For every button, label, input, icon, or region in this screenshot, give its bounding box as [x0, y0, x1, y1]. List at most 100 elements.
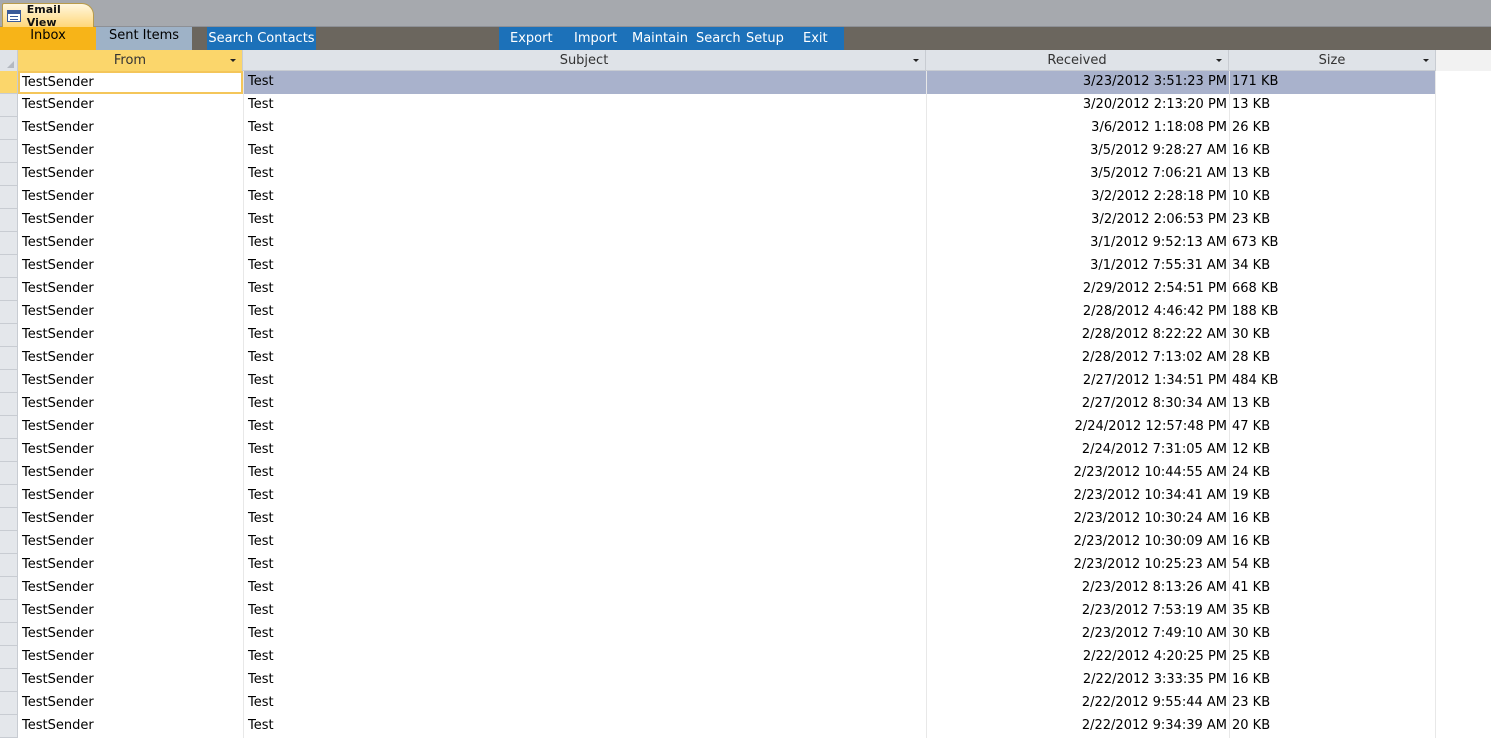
- subject-cell[interactable]: Test: [243, 623, 926, 646]
- import-button[interactable]: Import: [574, 27, 617, 50]
- from-cell[interactable]: TestSender: [18, 439, 243, 462]
- size-cell[interactable]: 13 KB: [1229, 94, 1436, 117]
- row-selector[interactable]: [0, 416, 18, 439]
- table-row[interactable]: TestSender Test 2/24/2012 12:57:48 PM 47…: [0, 416, 1436, 439]
- from-cell[interactable]: TestSender: [18, 692, 243, 715]
- from-cell[interactable]: TestSender: [18, 531, 243, 554]
- from-cell[interactable]: TestSender: [18, 209, 243, 232]
- column-header-received[interactable]: Received: [926, 50, 1229, 71]
- row-selector[interactable]: [0, 278, 18, 301]
- inbox-button[interactable]: Inbox: [0, 27, 96, 50]
- table-row[interactable]: TestSender Test 3/5/2012 9:28:27 AM 16 K…: [0, 140, 1436, 163]
- from-cell[interactable]: TestSender: [18, 301, 243, 324]
- received-cell[interactable]: 2/23/2012 10:30:24 AM: [926, 508, 1229, 531]
- received-cell[interactable]: 2/27/2012 8:30:34 AM: [926, 393, 1229, 416]
- column-header-subject[interactable]: Subject: [243, 50, 926, 71]
- received-cell[interactable]: 3/2/2012 2:06:53 PM: [926, 209, 1229, 232]
- search-button[interactable]: Search: [696, 27, 741, 50]
- from-cell[interactable]: TestSender: [18, 508, 243, 531]
- table-row[interactable]: TestSender Test 3/1/2012 7:55:31 AM 34 K…: [0, 255, 1436, 278]
- table-row[interactable]: TestSender Test 3/20/2012 2:13:20 PM 13 …: [0, 94, 1436, 117]
- received-cell[interactable]: 2/22/2012 4:20:25 PM: [926, 646, 1229, 669]
- subject-cell[interactable]: Test: [243, 71, 926, 94]
- size-cell[interactable]: 13 KB: [1229, 163, 1436, 186]
- from-cell[interactable]: TestSender: [18, 600, 243, 623]
- row-selector[interactable]: [0, 209, 18, 232]
- subject-cell[interactable]: Test: [243, 554, 926, 577]
- subject-cell[interactable]: Test: [243, 462, 926, 485]
- dropdown-arrow-icon[interactable]: [913, 59, 919, 62]
- table-row[interactable]: TestSender Test 2/27/2012 8:30:34 AM 13 …: [0, 393, 1436, 416]
- size-cell[interactable]: 34 KB: [1229, 255, 1436, 278]
- subject-cell[interactable]: Test: [243, 508, 926, 531]
- received-cell[interactable]: 2/28/2012 7:13:02 AM: [926, 347, 1229, 370]
- subject-cell[interactable]: Test: [243, 669, 926, 692]
- row-selector[interactable]: [0, 393, 18, 416]
- subject-cell[interactable]: Test: [243, 278, 926, 301]
- size-cell[interactable]: 16 KB: [1229, 508, 1436, 531]
- size-cell[interactable]: 30 KB: [1229, 324, 1436, 347]
- from-cell[interactable]: TestSender: [18, 140, 243, 163]
- subject-cell[interactable]: Test: [243, 255, 926, 278]
- from-cell[interactable]: TestSender: [18, 646, 243, 669]
- received-cell[interactable]: 2/23/2012 10:44:55 AM: [926, 462, 1229, 485]
- table-row[interactable]: TestSender Test 3/6/2012 1:18:08 PM 26 K…: [0, 117, 1436, 140]
- size-cell[interactable]: 673 KB: [1229, 232, 1436, 255]
- size-cell[interactable]: 16 KB: [1229, 669, 1436, 692]
- subject-cell[interactable]: Test: [243, 186, 926, 209]
- subject-cell[interactable]: Test: [243, 715, 926, 738]
- row-selector[interactable]: [0, 623, 18, 646]
- table-row[interactable]: TestSender Test 3/2/2012 2:28:18 PM 10 K…: [0, 186, 1436, 209]
- row-selector[interactable]: [0, 186, 18, 209]
- size-cell[interactable]: 13 KB: [1229, 393, 1436, 416]
- from-cell[interactable]: TestSender: [18, 416, 243, 439]
- received-cell[interactable]: 2/22/2012 3:33:35 PM: [926, 669, 1229, 692]
- from-cell[interactable]: TestSender: [18, 462, 243, 485]
- subject-cell[interactable]: Test: [243, 209, 926, 232]
- table-row[interactable]: TestSender Test 2/22/2012 9:34:39 AM 20 …: [0, 715, 1436, 738]
- table-row[interactable]: TestSender Test 2/29/2012 2:54:51 PM 668…: [0, 278, 1436, 301]
- received-cell[interactable]: 2/23/2012 10:30:09 AM: [926, 531, 1229, 554]
- document-tab[interactable]: Email View: [2, 3, 94, 29]
- received-cell[interactable]: 2/24/2012 12:57:48 PM: [926, 416, 1229, 439]
- subject-cell[interactable]: Test: [243, 439, 926, 462]
- row-selector[interactable]: [0, 117, 18, 140]
- table-row[interactable]: TestSender Test 2/28/2012 4:46:42 PM 188…: [0, 301, 1436, 324]
- from-cell[interactable]: TestSender: [18, 669, 243, 692]
- from-cell[interactable]: TestSender: [18, 163, 243, 186]
- subject-cell[interactable]: Test: [243, 646, 926, 669]
- received-cell[interactable]: 3/1/2012 7:55:31 AM: [926, 255, 1229, 278]
- row-selector[interactable]: [0, 370, 18, 393]
- from-cell[interactable]: TestSender: [18, 117, 243, 140]
- size-cell[interactable]: 16 KB: [1229, 531, 1436, 554]
- size-cell[interactable]: 171 KB: [1229, 71, 1436, 94]
- size-cell[interactable]: 41 KB: [1229, 577, 1436, 600]
- from-cell[interactable]: TestSender: [18, 623, 243, 646]
- row-selector[interactable]: [0, 692, 18, 715]
- row-selector[interactable]: [0, 715, 18, 738]
- received-cell[interactable]: 3/2/2012 2:28:18 PM: [926, 186, 1229, 209]
- size-cell[interactable]: 20 KB: [1229, 715, 1436, 738]
- row-selector[interactable]: [0, 347, 18, 370]
- received-cell[interactable]: 3/5/2012 9:28:27 AM: [926, 140, 1229, 163]
- subject-cell[interactable]: Test: [243, 301, 926, 324]
- row-selector[interactable]: [0, 324, 18, 347]
- row-selector[interactable]: [0, 646, 18, 669]
- table-row[interactable]: TestSender Test 2/28/2012 8:22:22 AM 30 …: [0, 324, 1436, 347]
- size-cell[interactable]: 188 KB: [1229, 301, 1436, 324]
- received-cell[interactable]: 3/5/2012 7:06:21 AM: [926, 163, 1229, 186]
- subject-cell[interactable]: Test: [243, 692, 926, 715]
- size-cell[interactable]: 12 KB: [1229, 439, 1436, 462]
- size-cell[interactable]: 30 KB: [1229, 623, 1436, 646]
- row-selector[interactable]: [0, 140, 18, 163]
- table-row[interactable]: TestSender Test 2/22/2012 3:33:35 PM 16 …: [0, 669, 1436, 692]
- table-row[interactable]: TestSender Test 2/23/2012 10:34:41 AM 19…: [0, 485, 1436, 508]
- subject-cell[interactable]: Test: [243, 531, 926, 554]
- table-row[interactable]: TestSender Test 2/23/2012 8:13:26 AM 41 …: [0, 577, 1436, 600]
- row-selector[interactable]: [0, 508, 18, 531]
- table-row[interactable]: TestSender Test 2/23/2012 10:25:23 AM 54…: [0, 554, 1436, 577]
- subject-cell[interactable]: Test: [243, 324, 926, 347]
- setup-button[interactable]: Setup: [746, 27, 784, 50]
- received-cell[interactable]: 2/29/2012 2:54:51 PM: [926, 278, 1229, 301]
- received-cell[interactable]: 2/28/2012 8:22:22 AM: [926, 324, 1229, 347]
